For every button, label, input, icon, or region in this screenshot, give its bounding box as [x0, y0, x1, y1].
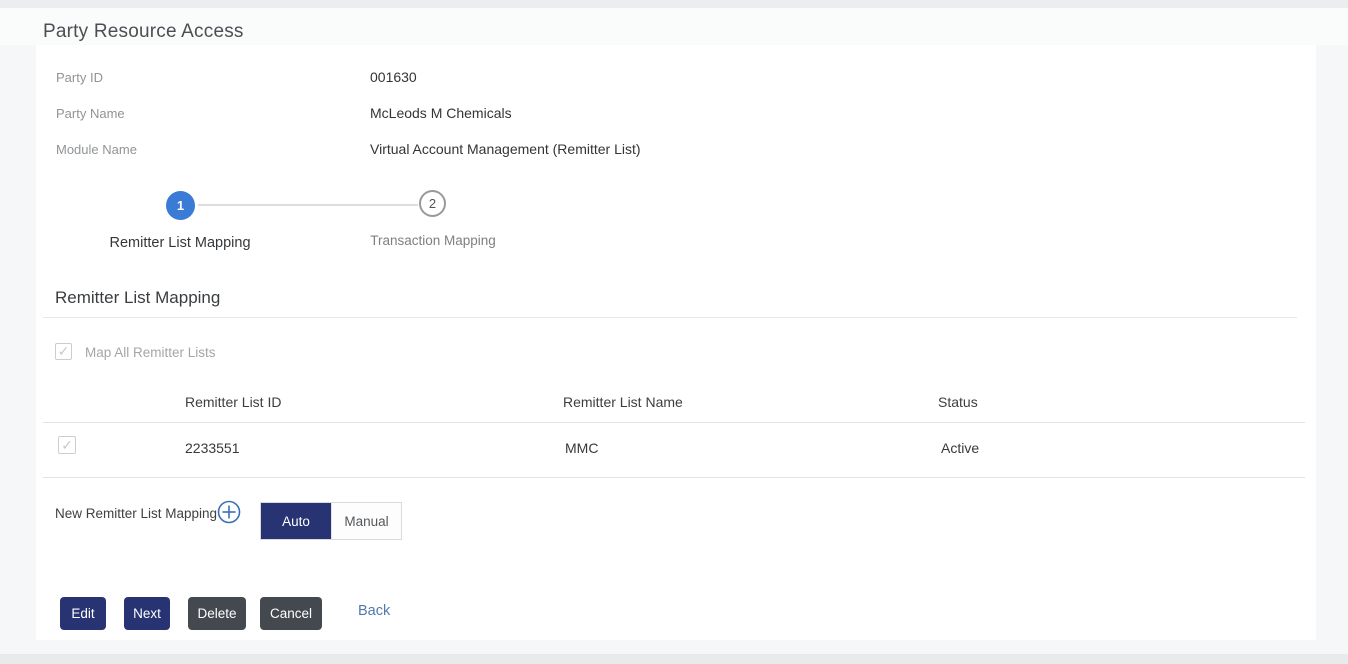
table-header-divider	[43, 422, 1305, 423]
party-name-label: Party Name	[56, 106, 125, 121]
page-title: Party Resource Access	[43, 21, 244, 42]
check-icon: ✓	[57, 343, 70, 359]
table-cell-remitter-list-name: MMC	[565, 440, 599, 456]
step-2-circle[interactable]: 2	[419, 190, 446, 217]
party-name-value: McLeods M Chemicals	[370, 105, 512, 121]
step-2-label: Transaction Mapping	[370, 233, 496, 248]
table-row-checkbox[interactable]: ✓	[58, 436, 76, 454]
bottom-strip	[0, 654, 1348, 664]
table-cell-status: Active	[941, 440, 980, 456]
content-card: Party ID 001630 Party Name McLeods M Che…	[36, 45, 1316, 640]
delete-button[interactable]: Delete	[188, 597, 246, 630]
edit-button[interactable]: Edit	[60, 597, 106, 630]
check-icon: ✓	[61, 437, 73, 453]
circle-plus-icon[interactable]	[217, 500, 241, 524]
top-strip	[0, 0, 1348, 8]
column-header-remitter-list-name: Remitter List Name	[563, 394, 683, 410]
step-connector-line	[198, 204, 418, 206]
section-divider	[43, 317, 1297, 318]
party-id-value: 001630	[370, 69, 417, 85]
mapping-mode-toggle: Auto Manual	[260, 502, 402, 540]
table-row-divider	[43, 477, 1305, 478]
module-name-label: Module Name	[56, 142, 137, 157]
section-heading: Remitter List Mapping	[55, 288, 221, 307]
column-header-remitter-list-id: Remitter List ID	[185, 394, 282, 410]
back-link[interactable]: Back	[358, 603, 390, 619]
next-button[interactable]: Next	[124, 597, 170, 630]
module-name-value: Virtual Account Management (Remitter Lis…	[370, 141, 641, 157]
header-band: Party Resource Access	[0, 8, 1348, 45]
map-all-remitter-lists-label: Map All Remitter Lists	[85, 345, 216, 360]
cancel-button[interactable]: Cancel	[260, 597, 322, 630]
new-remitter-list-mapping-label: New Remitter List Mapping	[55, 506, 218, 521]
map-all-remitter-lists-checkbox[interactable]: ✓	[55, 343, 72, 360]
toggle-manual-button[interactable]: Manual	[331, 503, 401, 539]
step-1-circle[interactable]: 1	[166, 191, 195, 220]
table-cell-remitter-list-id: 2233551	[185, 440, 240, 456]
step-1-label: Remitter List Mapping	[109, 235, 251, 251]
party-id-label: Party ID	[56, 70, 103, 85]
column-header-status: Status	[938, 394, 978, 410]
toggle-auto-button[interactable]: Auto	[261, 503, 331, 539]
